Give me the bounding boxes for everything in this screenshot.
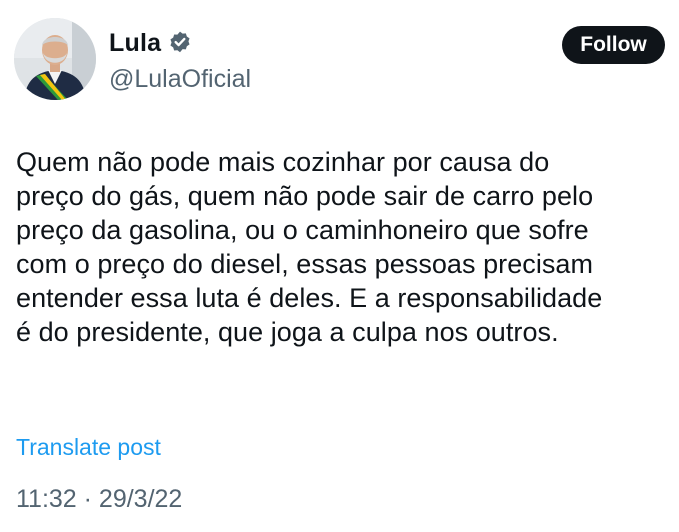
translate-post-link[interactable]: Translate post [16, 434, 161, 461]
user-handle[interactable]: @LulaOficial [109, 62, 251, 96]
verified-badge-icon [167, 30, 193, 56]
post-timestamp[interactable]: 11:32 · 29/3/22 [16, 485, 182, 514]
avatar-image [14, 18, 96, 100]
post-text: Quem não pode mais cozinhar por causa do… [16, 147, 603, 347]
follow-button[interactable]: Follow [562, 26, 665, 64]
display-name[interactable]: Lula [109, 26, 161, 60]
avatar[interactable] [14, 18, 96, 100]
post-header: Lula @LulaOficial Follow [14, 18, 665, 102]
author-info: Lula @LulaOficial [109, 26, 251, 96]
name-row: Lula [109, 26, 251, 60]
